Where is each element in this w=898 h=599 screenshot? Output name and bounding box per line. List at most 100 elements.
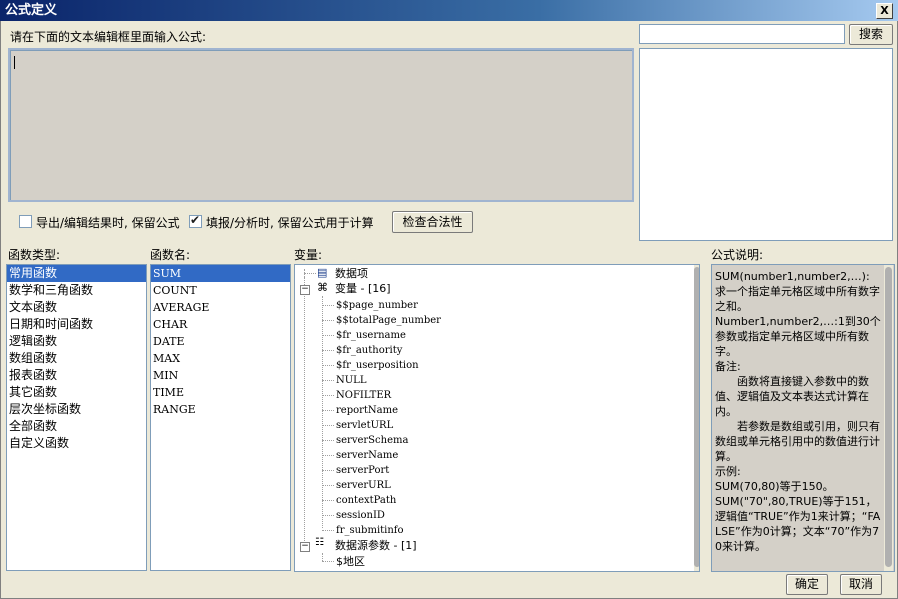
tree-line bbox=[322, 365, 334, 366]
tree-node-variable[interactable]: NOFILTER bbox=[336, 388, 391, 403]
tree-line bbox=[322, 320, 334, 321]
tree-node-variable[interactable]: serverSchema bbox=[336, 433, 408, 448]
tree-line bbox=[322, 455, 334, 456]
tree-line bbox=[322, 335, 334, 336]
editor-prompt: 请在下面的文本编辑框里面输入公式: bbox=[10, 30, 207, 44]
variable-scroll-thumb[interactable] bbox=[694, 267, 699, 567]
tree-node-variable[interactable]: $$page_number bbox=[336, 298, 418, 313]
tree-node-variable[interactable]: serverPort bbox=[336, 463, 389, 478]
category-item[interactable]: 数组函数 bbox=[7, 350, 146, 367]
category-item[interactable]: 日期和时间函数 bbox=[7, 316, 146, 333]
tree-line bbox=[322, 395, 334, 396]
tree-line bbox=[322, 561, 334, 562]
tree-line bbox=[322, 530, 334, 531]
category-item[interactable]: 文本函数 bbox=[7, 299, 146, 316]
search-results-box[interactable] bbox=[639, 48, 893, 241]
tree-node-variable[interactable]: $$totalPage_number bbox=[336, 313, 441, 328]
tree-node-variable[interactable]: NULL bbox=[336, 373, 366, 388]
keep-formula-fill-checkbox[interactable] bbox=[189, 213, 202, 228]
tree-line bbox=[322, 485, 334, 486]
window-title: 公式定义 bbox=[5, 3, 58, 18]
variable-group-icon: ⌘ bbox=[317, 281, 328, 294]
function-item[interactable]: MAX bbox=[151, 350, 290, 367]
tree-node-variable[interactable]: $fr_userposition bbox=[336, 358, 419, 373]
category-item[interactable]: 全部函数 bbox=[7, 418, 146, 435]
function-item[interactable]: RANGE bbox=[151, 401, 290, 418]
tree-line bbox=[322, 515, 334, 516]
tree-node-variable[interactable]: servletURL bbox=[336, 418, 393, 433]
tree-node-variable[interactable]: sessionID bbox=[336, 508, 385, 523]
check-validity-button[interactable]: 检查合法性 bbox=[392, 211, 473, 233]
description-scroll-thumb[interactable] bbox=[885, 267, 892, 567]
category-item[interactable]: 报表函数 bbox=[7, 367, 146, 384]
function-item[interactable]: AVERAGE bbox=[151, 299, 290, 316]
tree-node-variable[interactable]: serverURL bbox=[336, 478, 391, 493]
variable-tree[interactable]: ▤ 数据项 − ⌘ 变量 - [16] $$page_number $$total… bbox=[294, 264, 700, 572]
function-item[interactable]: MIN bbox=[151, 367, 290, 384]
description-line: SUM(number1,number2,…): bbox=[715, 270, 870, 283]
variable-header: 变量: bbox=[294, 248, 323, 262]
description-text: SUM(number1,number2,…): 求一个指定单元格区域中所有数字之… bbox=[715, 269, 881, 554]
collapse-toggle-icon[interactable]: − bbox=[300, 542, 310, 552]
search-input[interactable] bbox=[639, 24, 845, 44]
tree-line bbox=[322, 305, 334, 306]
category-item[interactable]: 其它函数 bbox=[7, 384, 146, 401]
keep-formula-export-checkbox[interactable] bbox=[19, 215, 32, 228]
category-list[interactable]: 常用函数 数学和三角函数 文本函数 日期和时间函数 逻辑函数 数组函数 报表函数… bbox=[6, 264, 147, 571]
function-header: 函数名: bbox=[150, 248, 191, 262]
description-line: 函数将直接键入参数中的数值、逻辑值及文本表达式计算在内。 bbox=[715, 375, 869, 418]
category-item[interactable]: 自定义函数 bbox=[7, 435, 146, 452]
ok-button[interactable]: 确定 bbox=[786, 574, 828, 595]
function-item[interactable]: COUNT bbox=[151, 282, 290, 299]
close-button[interactable]: X bbox=[876, 3, 893, 19]
function-list[interactable]: SUM COUNT AVERAGE CHAR DATE MAX MIN TIME… bbox=[150, 264, 291, 571]
variable-scrollbar[interactable] bbox=[694, 265, 699, 571]
search-button[interactable]: 搜索 bbox=[849, 24, 893, 45]
tree-node-datasource-item[interactable]: $地区 bbox=[336, 554, 365, 569]
formula-editor[interactable] bbox=[8, 48, 634, 202]
function-item[interactable]: SUM bbox=[151, 265, 290, 282]
tree-line bbox=[322, 380, 334, 381]
function-item[interactable]: TIME bbox=[151, 384, 290, 401]
description-line: 备注: bbox=[715, 360, 741, 373]
text-caret bbox=[14, 56, 15, 69]
dataset-icon: ▤ bbox=[317, 266, 328, 279]
category-item[interactable]: 层次坐标函数 bbox=[7, 401, 146, 418]
description-scrollbar[interactable] bbox=[884, 265, 893, 571]
description-line: 若参数是数组或引用，则只有数组或单元格引用中的数值进行计算。 bbox=[715, 420, 880, 463]
collapse-toggle-icon[interactable]: − bbox=[300, 285, 310, 295]
description-header: 公式说明: bbox=[711, 248, 764, 262]
tree-node-variable[interactable]: fr_submitinfo bbox=[336, 523, 404, 538]
category-item[interactable]: 常用函数 bbox=[7, 265, 146, 282]
tree-line bbox=[322, 425, 334, 426]
tree-line bbox=[322, 410, 334, 411]
cancel-button[interactable]: 取消 bbox=[840, 574, 882, 595]
function-item[interactable]: DATE bbox=[151, 333, 290, 350]
title-bar: 公式定义 X bbox=[0, 0, 898, 21]
category-item[interactable]: 数学和三角函数 bbox=[7, 282, 146, 299]
keep-formula-export-label: 导出/编辑结果时, 保留公式 bbox=[36, 216, 180, 230]
function-item[interactable]: CHAR bbox=[151, 316, 290, 333]
tree-node-variable[interactable]: $fr_authority bbox=[336, 343, 402, 358]
tree-line bbox=[304, 277, 305, 545]
tree-line bbox=[322, 500, 334, 501]
tree-node-variable[interactable]: reportName bbox=[336, 403, 398, 418]
tree-node-variable[interactable]: serverName bbox=[336, 448, 398, 463]
tree-node-variable[interactable]: $fr_username bbox=[336, 328, 406, 343]
tree-node-variable-group[interactable]: 变量 - [16] bbox=[335, 281, 391, 296]
tree-line bbox=[322, 470, 334, 471]
category-item[interactable]: 逻辑函数 bbox=[7, 333, 146, 350]
description-line: 求一个指定单元格区域中所有数字之和。 bbox=[715, 285, 880, 313]
tree-line bbox=[304, 273, 316, 274]
tree-node-dataset[interactable]: 数据项 bbox=[335, 266, 368, 281]
keep-formula-fill-label: 填报/分析时, 保留公式用于计算 bbox=[206, 216, 374, 230]
tree-node-datasource-group[interactable]: 数据源参数 - [1] bbox=[335, 538, 417, 553]
tree-line bbox=[322, 440, 334, 441]
tree-line bbox=[322, 553, 323, 561]
tree-node-variable[interactable]: contextPath bbox=[336, 493, 396, 508]
description-line: SUM(70,80)等于150。 bbox=[715, 480, 834, 493]
description-line: 示例: bbox=[715, 465, 741, 478]
datasource-group-icon: ☷ bbox=[315, 537, 324, 548]
description-line: SUM("70",80,TRUE)等于151，逻辑值“TRUE”作为1来计算；“… bbox=[715, 495, 881, 553]
tree-line bbox=[322, 350, 334, 351]
